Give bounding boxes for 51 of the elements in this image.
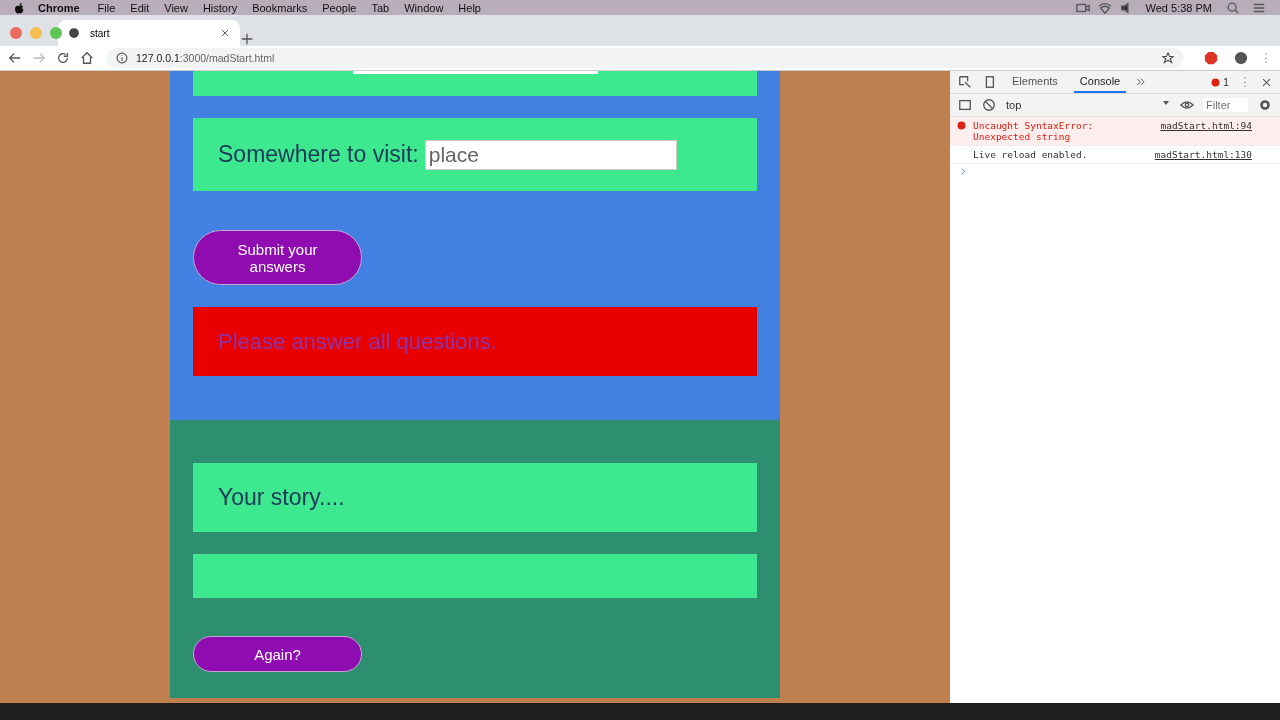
inspect-icon[interactable] (958, 75, 972, 89)
wifi-icon[interactable] (1097, 0, 1112, 15)
browser-tab[interactable]: start (58, 20, 240, 46)
error-count[interactable]: 1 (1210, 76, 1229, 88)
home-icon[interactable] (80, 51, 94, 65)
error-icon (1210, 77, 1220, 87)
clear-icon[interactable] (982, 98, 996, 112)
sidebar-icon[interactable] (958, 98, 972, 112)
devtools-tab[interactable]: Elements (1006, 71, 1064, 93)
menu-item[interactable]: File (97, 1, 116, 14)
apple-logo-icon[interactable] (14, 1, 24, 14)
input-field[interactable] (352, 71, 598, 74)
chevrons-icon[interactable] (1136, 77, 1147, 87)
search-icon[interactable] (1226, 0, 1240, 15)
prompt-icon (959, 167, 968, 176)
close-icon[interactable] (220, 28, 230, 38)
source-link[interactable]: madStart.html:94 (1160, 120, 1252, 142)
profile-icon[interactable] (1234, 51, 1248, 65)
answer-field[interactable]: place (424, 139, 677, 170)
error-message: Please answer all questions. (193, 307, 757, 376)
question-label: Somewhere to visit: (218, 141, 419, 168)
story-title: Your story.... (193, 463, 757, 532)
submit-button[interactable]: Submit your answers (193, 230, 362, 285)
close-icon[interactable] (1261, 76, 1272, 88)
menu-item[interactable]: History (202, 1, 238, 14)
stop-sign-icon[interactable] (1204, 51, 1218, 65)
plus-icon[interactable] (240, 32, 254, 46)
menu-item[interactable]: Help (458, 1, 481, 14)
console-message: Uncaught SyntaxError: Unexpected string (973, 120, 1094, 142)
menubar-clock[interactable]: Wed 5:38 PM (1145, 1, 1212, 14)
again-button[interactable]: Again? (193, 636, 362, 672)
source-link[interactable]: madStart.html:130 (1154, 149, 1252, 160)
menu-item[interactable]: View (164, 1, 188, 14)
reload-icon[interactable] (56, 51, 70, 65)
back-arrow-icon[interactable] (8, 51, 22, 65)
eye-icon[interactable] (1180, 98, 1194, 112)
address-bar[interactable]: 127.0.0.1:3000/madStart.html (106, 48, 1184, 68)
context-selector[interactable]: top (1006, 99, 1170, 111)
menu-item[interactable]: Bookmarks (252, 1, 308, 14)
tab-title: start (90, 27, 111, 39)
menu-item[interactable]: Tab (371, 1, 390, 14)
menu-item[interactable]: People (322, 1, 357, 14)
app-menu[interactable]: Chrome (38, 1, 80, 14)
console-message: Live reload enabled. (973, 149, 1088, 160)
info-icon (116, 52, 128, 64)
error-icon (957, 121, 966, 130)
menu-item[interactable]: Edit (130, 1, 150, 14)
star-icon[interactable] (1162, 52, 1174, 64)
filter-field[interactable]: Filter (1204, 98, 1248, 112)
dropdown-caret-icon (1162, 99, 1170, 107)
menu-item[interactable]: Window (404, 1, 444, 14)
